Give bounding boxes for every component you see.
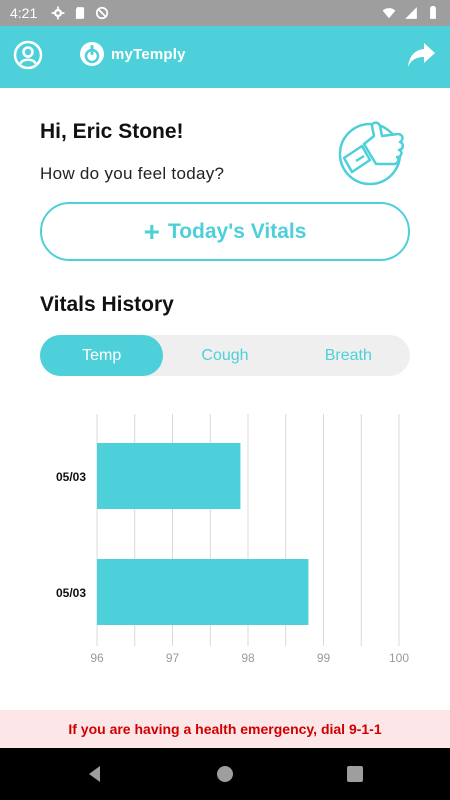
feeling-question: How do you feel today?	[40, 164, 225, 183]
home-icon[interactable]	[216, 765, 234, 783]
x-tick-label: 100	[389, 651, 409, 665]
share-icon[interactable]	[406, 41, 436, 69]
wifi-icon	[382, 8, 396, 19]
vitals-tab-bar: Temp Cough Breath	[40, 335, 410, 376]
status-left-icons	[51, 6, 109, 20]
brand-name: myTemply	[111, 45, 186, 63]
greeting-title: Hi, Eric Stone!	[40, 120, 184, 143]
gear-icon	[51, 6, 65, 20]
x-tick-label: 98	[241, 651, 255, 665]
emergency-banner: If you are having a health emergency, di…	[0, 710, 450, 748]
bar	[97, 559, 309, 625]
temply-logo-icon	[80, 42, 104, 66]
app-screen: 4:21 myTemply Hi, Eric Stone! How do you…	[0, 0, 450, 800]
brand: myTemply	[79, 41, 186, 67]
status-bar: 4:21	[0, 0, 450, 26]
plus-icon: +	[143, 215, 160, 247]
tab-temp[interactable]: Temp	[40, 335, 164, 376]
todays-vitals-button[interactable]: + Today's Vitals	[40, 202, 410, 261]
status-right-icons	[382, 6, 440, 20]
thumbs-up-icon	[338, 121, 405, 186]
recent-apps-icon[interactable]	[346, 765, 364, 783]
back-icon[interactable]	[86, 765, 104, 783]
bar	[97, 443, 241, 509]
status-time: 4:21	[10, 5, 38, 21]
vitals-history-title: Vitals History	[40, 293, 174, 316]
y-category-label: 05/03	[56, 470, 86, 484]
cellular-icon	[405, 7, 417, 19]
x-tick-label: 96	[90, 651, 104, 665]
emergency-text: If you are having a health emergency, di…	[68, 721, 382, 737]
app-header: myTemply	[0, 26, 450, 88]
x-tick-label: 99	[317, 651, 331, 665]
x-tick-label: 97	[166, 651, 180, 665]
tab-breath[interactable]: Breath	[287, 335, 410, 376]
profile-icon[interactable]	[13, 40, 43, 70]
temperature-chart: 96 97 98 99 100 05/03 05/03	[56, 414, 409, 665]
battery-icon	[430, 6, 436, 19]
y-category-label: 05/03	[56, 586, 86, 600]
do-not-disturb-icon	[96, 6, 109, 20]
tab-cough[interactable]: Cough	[163, 335, 286, 376]
sd-card-icon	[76, 7, 85, 19]
system-nav-bar	[0, 748, 450, 800]
todays-vitals-label: Today's Vitals	[167, 219, 307, 243]
